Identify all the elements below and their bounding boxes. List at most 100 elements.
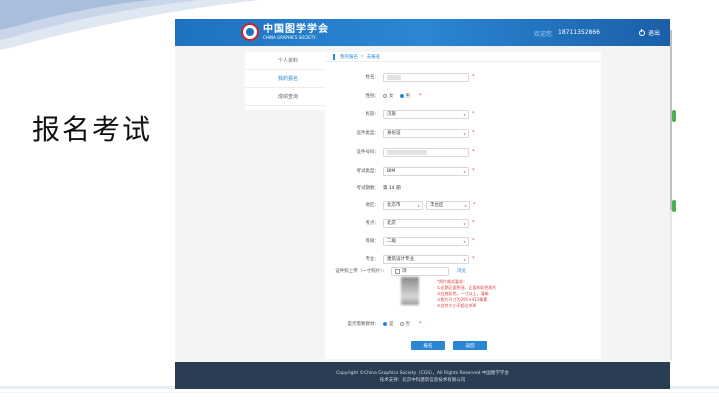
upload-file-field[interactable]: 浏 bbox=[391, 266, 449, 276]
id-type-row: 证件类型： 身份证 ∨ * bbox=[325, 128, 601, 138]
gender-label: 性别： bbox=[365, 94, 380, 99]
site-header: 中国图学学会 CHINA GRAPHICS SOCIETY 欢迎您 187113… bbox=[175, 19, 670, 46]
gender-row: 性别： 女 男 * bbox=[325, 91, 601, 101]
gender-radio-female[interactable]: 女 bbox=[383, 93, 394, 99]
textbook-radio-no[interactable]: 否 bbox=[399, 321, 410, 327]
chevron-down-icon: ∨ bbox=[463, 168, 466, 174]
back-button[interactable]: 返回 bbox=[453, 341, 487, 350]
sidebar-item-label: 我的报名 bbox=[277, 76, 298, 82]
logout-label: 退出 bbox=[647, 30, 660, 37]
required-mark: * bbox=[472, 238, 475, 244]
id-photo-preview bbox=[401, 277, 419, 305]
chevron-down-icon: ∨ bbox=[417, 202, 420, 208]
welcome-text: 欢迎您 bbox=[533, 31, 552, 38]
ethnicity-label: 民族： bbox=[365, 112, 380, 117]
power-icon bbox=[638, 28, 645, 36]
major-label: 专业： bbox=[365, 257, 380, 262]
upload-label: 证件照上传（一寸照片）： bbox=[335, 269, 387, 274]
exam-site-select[interactable]: 北京 ∨ bbox=[383, 218, 469, 228]
textbook-label: 是否需要教材： bbox=[347, 322, 380, 327]
photo-note: ④文件大小不超过40K bbox=[437, 303, 477, 308]
id-type-select[interactable]: 身份证 ∨ bbox=[383, 128, 469, 138]
breadcrumb-marker bbox=[333, 53, 335, 60]
required-mark: * bbox=[472, 111, 475, 117]
district-select[interactable]: 丰台区 ∨ bbox=[426, 200, 470, 210]
sidebar-item-label: 个人资料 bbox=[277, 58, 298, 64]
textbook-row: 是否需要教材： 是 否 * bbox=[325, 319, 601, 329]
logo-name-en: CHINA GRAPHICS SOCIETY bbox=[263, 35, 316, 40]
region-label: 地区： bbox=[365, 203, 380, 208]
breadcrumb-current: 去报名 bbox=[366, 54, 381, 60]
name-label: 姓名： bbox=[365, 75, 380, 80]
exam-type-select[interactable]: BIM ∨ bbox=[383, 166, 469, 176]
exam-session-value: 第 14 期 bbox=[383, 186, 401, 191]
level-label: 等级： bbox=[365, 239, 380, 244]
sidebar: 个人资料 我的报名 成绩查询 bbox=[245, 52, 331, 110]
exam-session-row: 考试期数： 第 14 期 bbox=[325, 183, 601, 193]
id-number-field[interactable] bbox=[383, 147, 469, 157]
major-row: 专业： 建筑设计专业 ∨ * bbox=[325, 254, 601, 264]
gender-radio-male[interactable]: 男 bbox=[399, 93, 410, 99]
breadcrumb: 我的报名 » 去报名 bbox=[325, 52, 601, 62]
exam-site-label: 考点： bbox=[365, 221, 380, 226]
breadcrumb-separator-icon: » bbox=[361, 54, 364, 59]
major-select[interactable]: 建筑设计专业 ∨ bbox=[383, 254, 469, 264]
required-mark: * bbox=[472, 220, 475, 226]
photo-requirements: *照片格式要求： ①近期正面免冠，正面的彩色照片 ②白底彩色，一寸以上，清晰 ③… bbox=[437, 279, 497, 309]
id-number-row: 证件号码： * bbox=[325, 147, 601, 157]
slide-title: 报名考试 bbox=[32, 113, 153, 146]
file-checkbox-icon bbox=[395, 268, 400, 274]
logout-button[interactable]: 退出 bbox=[638, 28, 660, 37]
sidebar-item-my-registration[interactable]: 我的报名 bbox=[245, 70, 331, 88]
chevron-down-icon: ∨ bbox=[464, 202, 467, 208]
user-phone: 18711352866 bbox=[558, 29, 600, 36]
required-mark: * bbox=[419, 93, 422, 99]
sidebar-item-profile[interactable]: 个人资料 bbox=[245, 52, 331, 70]
society-emblem-icon bbox=[241, 23, 259, 41]
browse-button[interactable]: 浏览 bbox=[457, 268, 466, 274]
ethnicity-row: 民族： 汉族 ∨ * bbox=[325, 109, 601, 119]
region-row: 地区： 北京市 ∨ 丰台区 ∨ * bbox=[325, 200, 601, 210]
id-number-label: 证件号码： bbox=[356, 150, 380, 155]
name-field[interactable] bbox=[383, 72, 469, 82]
breadcrumb-parent[interactable]: 我的报名 bbox=[340, 54, 358, 60]
side-tab-marker bbox=[672, 200, 676, 212]
level-row: 等级： 二级 ∨ * bbox=[325, 236, 601, 246]
required-mark: * bbox=[472, 149, 475, 155]
chevron-down-icon: ∨ bbox=[463, 220, 466, 226]
required-mark: * bbox=[419, 321, 422, 327]
name-row: 姓名： * bbox=[325, 72, 601, 82]
required-mark: * bbox=[472, 74, 475, 80]
chevron-down-icon: ∨ bbox=[463, 111, 466, 117]
side-tab-marker bbox=[672, 110, 676, 122]
user-info: 欢迎您 18711352866 bbox=[534, 29, 600, 38]
exam-session-label: 考试期数： bbox=[356, 186, 380, 191]
required-mark: * bbox=[472, 168, 475, 174]
exam-type-label: 考试类型： bbox=[356, 169, 380, 174]
exam-type-row: 考试类型： BIM ∨ * bbox=[325, 166, 601, 176]
chevron-down-icon: ∨ bbox=[463, 238, 466, 244]
sidebar-item-label: 成绩查询 bbox=[277, 94, 298, 100]
required-mark: * bbox=[472, 130, 475, 136]
site-footer: Copyright ©China Graphics Society（CGS），A… bbox=[175, 362, 670, 389]
site-logo[interactable]: 中国图学学会 CHINA GRAPHICS SOCIETY bbox=[241, 23, 329, 41]
presentation-slide: 报名考试 中国图学学会 CHINA GRAPHICS SOCIETY 欢迎您 1… bbox=[0, 0, 719, 409]
exam-site-row: 考点： 北京 ∨ * bbox=[325, 218, 601, 228]
logo-name-cn: 中国图学学会 bbox=[263, 24, 329, 35]
submit-button[interactable]: 报名 bbox=[411, 341, 445, 350]
ethnicity-select[interactable]: 汉族 ∨ bbox=[383, 109, 469, 119]
chevron-down-icon: ∨ bbox=[463, 130, 466, 136]
upload-row: 证件照上传（一寸照片）： 浏 浏览 bbox=[325, 266, 601, 276]
footer-copyright: Copyright ©China Graphics Society（CGS），A… bbox=[336, 371, 509, 376]
level-select[interactable]: 二级 ∨ bbox=[383, 236, 469, 246]
required-mark: * bbox=[473, 202, 476, 208]
id-type-label: 证件类型： bbox=[356, 131, 380, 136]
chevron-down-icon: ∨ bbox=[463, 256, 466, 262]
registration-panel: 我的报名 » 去报名 姓名： * 性别： 女 男 * 民族： 汉族 ∨ * 证件… bbox=[325, 52, 601, 359]
province-select[interactable]: 北京市 ∨ bbox=[383, 200, 423, 210]
textbook-radio-yes[interactable]: 是 bbox=[383, 321, 394, 327]
embedded-screenshot: 中国图学学会 CHINA GRAPHICS SOCIETY 欢迎您 187113… bbox=[175, 19, 670, 389]
bottom-rule-thin bbox=[0, 392, 719, 393]
sidebar-item-score-query[interactable]: 成绩查询 bbox=[245, 88, 331, 106]
required-mark: * bbox=[472, 256, 475, 262]
